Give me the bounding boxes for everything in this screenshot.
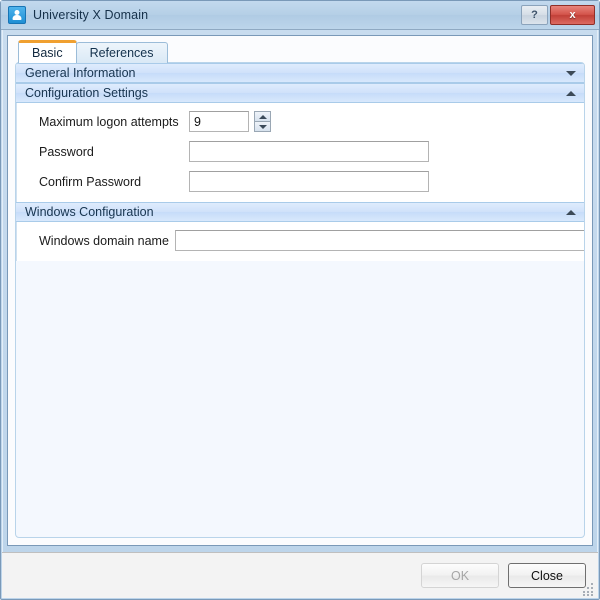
- help-icon[interactable]: ?: [521, 5, 548, 25]
- tab-panel-basic: General Information Configuration Settin…: [15, 62, 585, 538]
- dialog-window: University X Domain ? x Basic References…: [0, 0, 600, 600]
- label-confirm-password: Confirm Password: [39, 174, 142, 189]
- close-icon[interactable]: x: [550, 5, 595, 25]
- windows-domain-name-input[interactable]: [175, 230, 584, 251]
- panel-body-windows-configuration: Windows domain name: [16, 222, 584, 261]
- user-upload-icon: [8, 6, 26, 24]
- resize-grip-icon[interactable]: [582, 583, 595, 596]
- panel-title-configuration-settings: Configuration Settings: [25, 86, 148, 100]
- chevron-down-icon[interactable]: [566, 70, 576, 76]
- panel-title-windows-configuration: Windows Configuration: [25, 205, 154, 219]
- form-row-confirm-password: Confirm Password: [17, 169, 584, 194]
- maximum-logon-attempts-input[interactable]: [189, 111, 249, 132]
- panel-general-information: General Information: [16, 63, 584, 83]
- label-maximum-logon-attempts: Maximum logon attempts: [39, 114, 179, 129]
- label-password: Password: [39, 144, 94, 159]
- maximum-logon-attempts-stepper[interactable]: [254, 111, 271, 132]
- tab-basic-label: Basic: [32, 46, 63, 60]
- window-title: University X Domain: [33, 8, 149, 22]
- tab-basic[interactable]: Basic: [18, 40, 77, 63]
- title-bar[interactable]: University X Domain ? x: [1, 1, 599, 30]
- label-windows-domain-name: Windows domain name: [39, 233, 169, 248]
- form-row-password: Password: [17, 139, 584, 164]
- chevron-up-icon[interactable]: [566, 209, 576, 215]
- tab-references[interactable]: References: [75, 42, 168, 63]
- ok-button[interactable]: OK: [421, 563, 499, 588]
- spinner-down-icon[interactable]: [255, 121, 270, 131]
- panel-windows-configuration: Windows Configuration Windows domain nam…: [16, 202, 584, 261]
- tab-references-label: References: [89, 46, 154, 60]
- chevron-up-icon[interactable]: [566, 90, 576, 96]
- dialog-footer: OK Close: [2, 552, 598, 598]
- close-button[interactable]: Close: [508, 563, 586, 588]
- panel-configuration-settings: Configuration Settings Maximum logon att…: [16, 83, 584, 202]
- panel-header-configuration-settings[interactable]: Configuration Settings: [16, 83, 584, 103]
- confirm-password-input[interactable]: [189, 171, 429, 192]
- panel-title-general-information: General Information: [25, 66, 136, 80]
- tab-strip: Basic References: [8, 36, 592, 63]
- spinner-up-icon[interactable]: [255, 112, 270, 121]
- panel-header-windows-configuration[interactable]: Windows Configuration: [16, 202, 584, 222]
- panel-body-configuration-settings: Maximum logon attempts Password Confirm …: [16, 103, 584, 202]
- panel-header-general-information[interactable]: General Information: [16, 63, 584, 83]
- password-input[interactable]: [189, 141, 429, 162]
- form-row-windows-domain-name: Windows domain name: [17, 228, 584, 253]
- form-row-maximum-logon-attempts: Maximum logon attempts: [17, 109, 584, 134]
- client-area: Basic References General Information Con…: [7, 35, 593, 546]
